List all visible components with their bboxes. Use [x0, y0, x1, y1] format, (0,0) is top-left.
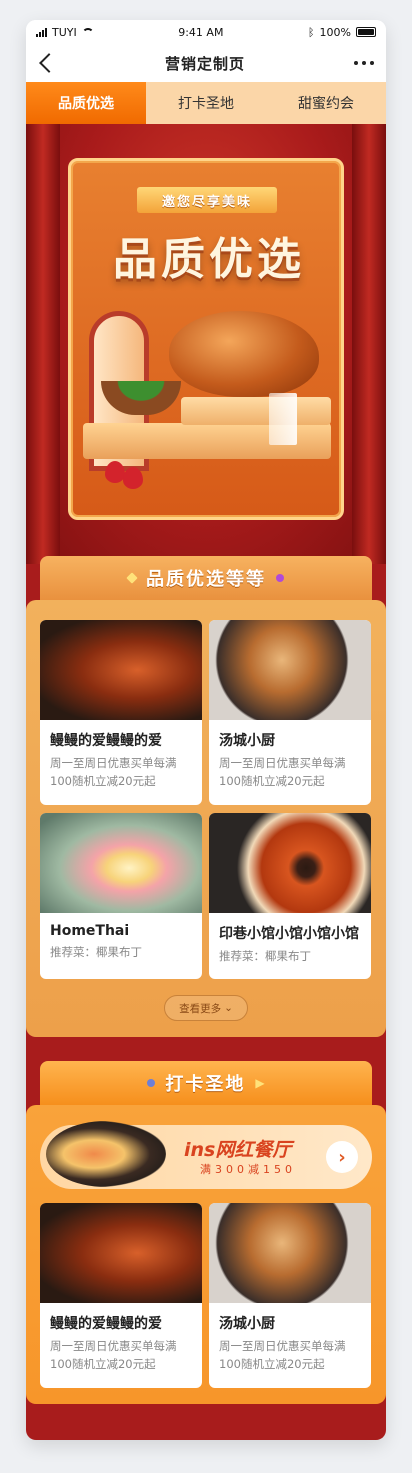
- view-more-label: 查看更多: [179, 1002, 222, 1015]
- restaurant-name: 印巷小馆小馆小馆小馆: [219, 926, 359, 942]
- restaurant-desc: 周一至周日优惠买单每满100随机立减20元起: [219, 1339, 346, 1371]
- battery-label: 100%: [319, 25, 351, 39]
- section-body: ins网红餐厅 满300减150 › 鳗鳗的爱鳗鳗的爱 周一至周日优惠买单每满1…: [26, 1105, 386, 1404]
- nav-bar: 营销定制页: [26, 44, 386, 82]
- pillar-right: [352, 124, 386, 564]
- restaurant-card[interactable]: 汤城小厨 周一至周日优惠买单每满100随机立减20元起: [209, 1203, 371, 1388]
- category-tabs: 品质优选 打卡圣地 甜蜜约会: [26, 82, 386, 124]
- restaurant-grid: 鳗鳗的爱鳗鳗的爱 周一至周日优惠买单每满100随机立减20元起 汤城小厨 周一至…: [40, 620, 372, 979]
- restaurant-card[interactable]: 汤城小厨 周一至周日优惠买单每满100随机立减20元起: [209, 620, 371, 805]
- strawberry-icon: [123, 467, 143, 489]
- restaurant-name: 鳗鳗的爱鳗鳗的爱: [50, 733, 162, 749]
- restaurant-grid: 鳗鳗的爱鳗鳗的爱 周一至周日优惠买单每满100随机立减20元起 汤城小厨 周一至…: [40, 1203, 372, 1388]
- more-options-icon[interactable]: [353, 61, 374, 65]
- restaurant-card[interactable]: 鳗鳗的爱鳗鳗的爱 周一至周日优惠买单每满100随机立减20元起: [40, 620, 202, 805]
- drink-glass-image: [269, 393, 297, 445]
- battery-icon: [355, 27, 376, 37]
- restaurant-name: HomeThai: [50, 923, 130, 939]
- section-header: 品质优选等等: [40, 556, 372, 600]
- pastry-image: [209, 1203, 371, 1303]
- section-checkin: 打卡圣地 ▶ ins网红餐厅 满300减150 › 鳗鳗的爱鳗鳗的爱 周一至周日…: [26, 1061, 386, 1404]
- tab-date[interactable]: 甜蜜约会: [266, 82, 386, 124]
- promo-subtitle: 满300减150: [200, 1163, 296, 1176]
- triangle-icon: ▶: [255, 1076, 265, 1090]
- restaurant-card[interactable]: 印巷小馆小馆小馆小馆 推荐菜：椰果布丁: [209, 813, 371, 979]
- carrier-label: TUYI: [52, 25, 77, 39]
- roast-chicken-image: [169, 311, 319, 397]
- promo-title: ins网红餐厅: [184, 1139, 292, 1161]
- status-bar: TUYI 9:41 AM ᛒ 100%: [26, 20, 386, 44]
- restaurant-desc: 推荐菜：椰果布丁: [219, 949, 311, 963]
- view-more-button[interactable]: 查看更多 ⌄: [164, 995, 248, 1021]
- restaurant-desc: 推荐菜：椰果布丁: [50, 945, 142, 959]
- cake-roll-image: [40, 813, 202, 913]
- promo-banner[interactable]: ins网红餐厅 满300减150 ›: [40, 1121, 372, 1189]
- crab-dish-image: [209, 813, 371, 913]
- tab-checkin[interactable]: 打卡圣地: [146, 82, 266, 124]
- chevron-down-icon: ⌄: [224, 1002, 233, 1014]
- bluetooth-icon: ᛒ: [307, 25, 315, 39]
- restaurant-desc: 周一至周日优惠买单每满100随机立减20元起: [219, 756, 346, 788]
- section-quality: 品质优选等等 鳗鳗的爱鳗鳗的爱 周一至周日优惠买单每满100随机立减20元起 汤…: [26, 556, 386, 1037]
- restaurant-desc: 周一至周日优惠买单每满100随机立减20元起: [50, 1339, 177, 1371]
- diamond-icon: [126, 572, 138, 584]
- restaurant-name: 汤城小厨: [219, 733, 275, 749]
- wifi-icon: [81, 27, 94, 37]
- restaurant-card[interactable]: HomeThai 推荐菜：椰果布丁: [40, 813, 202, 979]
- hero-title: 品质优选: [113, 234, 305, 285]
- section-header: 打卡圣地 ▶: [40, 1061, 372, 1105]
- food-platter-image: [46, 1121, 166, 1187]
- hero-banner[interactable]: 邀您尽享美味 品质优选: [26, 124, 386, 564]
- page-content: 邀您尽享美味 品质优选 品质优选等等 鳗鳗的爱鳗鳗的爱 周一至周日优惠买单每满1…: [26, 124, 386, 1440]
- back-arrow-icon[interactable]: [39, 53, 59, 73]
- dot-icon: [147, 1079, 156, 1087]
- time-label: 9:41 AM: [178, 25, 224, 39]
- podium-upper: [181, 397, 331, 425]
- dot-icon: [276, 574, 284, 582]
- arrow-right-icon[interactable]: ›: [326, 1141, 358, 1173]
- section-body: 鳗鳗的爱鳗鳗的爱 周一至周日优惠买单每满100随机立减20元起 汤城小厨 周一至…: [26, 600, 386, 1037]
- restaurant-name: 鳗鳗的爱鳗鳗的爱: [50, 1316, 162, 1332]
- section-title: 品质优选等等: [146, 569, 266, 590]
- eel-dish-image: [40, 1203, 202, 1303]
- restaurant-name: 汤城小厨: [219, 1316, 275, 1332]
- signal-icon: [36, 27, 47, 37]
- phone-frame: TUYI 9:41 AM ᛒ 100% 营销定制页 品质优选 打卡圣地 甜蜜约会…: [26, 20, 386, 1440]
- page-title: 营销定制页: [164, 54, 245, 73]
- eel-dish-image: [40, 620, 202, 720]
- restaurant-desc: 周一至周日优惠买单每满100随机立减20元起: [50, 756, 177, 788]
- pillar-left: [26, 124, 60, 564]
- pastry-image: [209, 620, 371, 720]
- strawberry-icon: [105, 461, 125, 483]
- tab-quality[interactable]: 品质优选: [26, 82, 146, 124]
- restaurant-card[interactable]: 鳗鳗的爱鳗鳗的爱 周一至周日优惠买单每满100随机立减20元起: [40, 1203, 202, 1388]
- hero-badge: 邀您尽享美味: [137, 187, 277, 213]
- section-title: 打卡圣地: [165, 1074, 246, 1095]
- hero-poster: 邀您尽享美味 品质优选: [68, 158, 344, 520]
